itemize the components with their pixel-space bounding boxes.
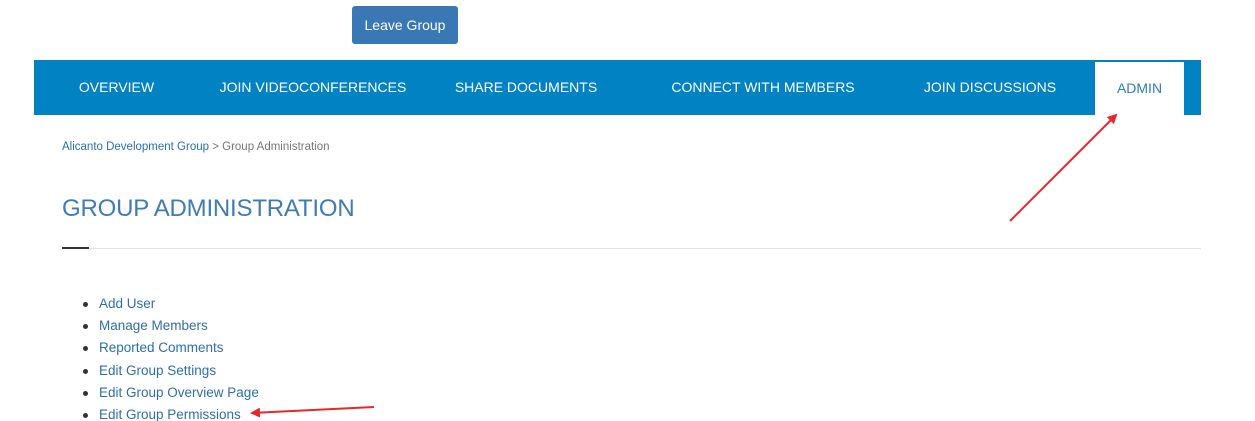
- bullet-icon: [83, 346, 88, 352]
- leave-group-button[interactable]: Leave Group: [352, 6, 458, 44]
- group-admin-page: Leave Group OVERVIEW JOIN VIDEOCONFERENC…: [0, 0, 1255, 421]
- nav-tab-overview[interactable]: OVERVIEW: [44, 60, 189, 115]
- list-item: Edit Group Settings: [81, 360, 259, 382]
- edit-group-overview-page-link[interactable]: Edit Group Overview Page: [99, 385, 259, 400]
- annotation-arrow-admin: [1009, 113, 1118, 222]
- annotation-arrow-permissions: [250, 406, 375, 418]
- edit-group-permissions-link[interactable]: Edit Group Permissions: [99, 407, 241, 421]
- list-item: Manage Members: [81, 315, 259, 337]
- breadcrumb: Alicanto Development Group > Group Admin…: [62, 141, 330, 153]
- title-divider-accent: [62, 247, 89, 249]
- admin-links-list: Add User Manage Members Reported Comment…: [81, 293, 259, 421]
- bullet-icon: [83, 390, 88, 396]
- page-title: GROUP ADMINISTRATION: [62, 195, 355, 222]
- add-user-link[interactable]: Add User: [99, 296, 155, 311]
- nav-tab-admin[interactable]: ADMIN: [1095, 62, 1184, 115]
- breadcrumb-group-link[interactable]: Alicanto Development Group: [62, 141, 209, 153]
- breadcrumb-current: Group Administration: [222, 141, 330, 153]
- reported-comments-link[interactable]: Reported Comments: [99, 340, 224, 355]
- breadcrumb-separator: >: [209, 141, 223, 153]
- list-item: Edit Group Permissions: [81, 404, 259, 421]
- nav-tab-join-discussions[interactable]: JOIN DISCUSSIONS: [904, 60, 1076, 115]
- title-divider: [62, 248, 1201, 249]
- bullet-icon: [83, 324, 88, 330]
- bullet-icon: [83, 412, 88, 418]
- bullet-icon: [83, 302, 88, 307]
- list-item: Add User: [81, 293, 259, 315]
- nav-tab-share-documents[interactable]: SHARE DOCUMENTS: [445, 60, 607, 115]
- edit-group-settings-link[interactable]: Edit Group Settings: [99, 363, 216, 378]
- nav-tab-join-videoconferences[interactable]: JOIN VIDEOCONFERENCES: [206, 60, 420, 115]
- list-item: Reported Comments: [81, 337, 259, 359]
- group-nav-bar: OVERVIEW JOIN VIDEOCONFERENCES SHARE DOC…: [34, 60, 1201, 115]
- nav-tab-connect-with-members[interactable]: CONNECT WITH MEMBERS: [654, 60, 872, 115]
- list-item: Edit Group Overview Page: [81, 382, 259, 404]
- bullet-icon: [83, 368, 88, 374]
- manage-members-link[interactable]: Manage Members: [99, 318, 208, 333]
